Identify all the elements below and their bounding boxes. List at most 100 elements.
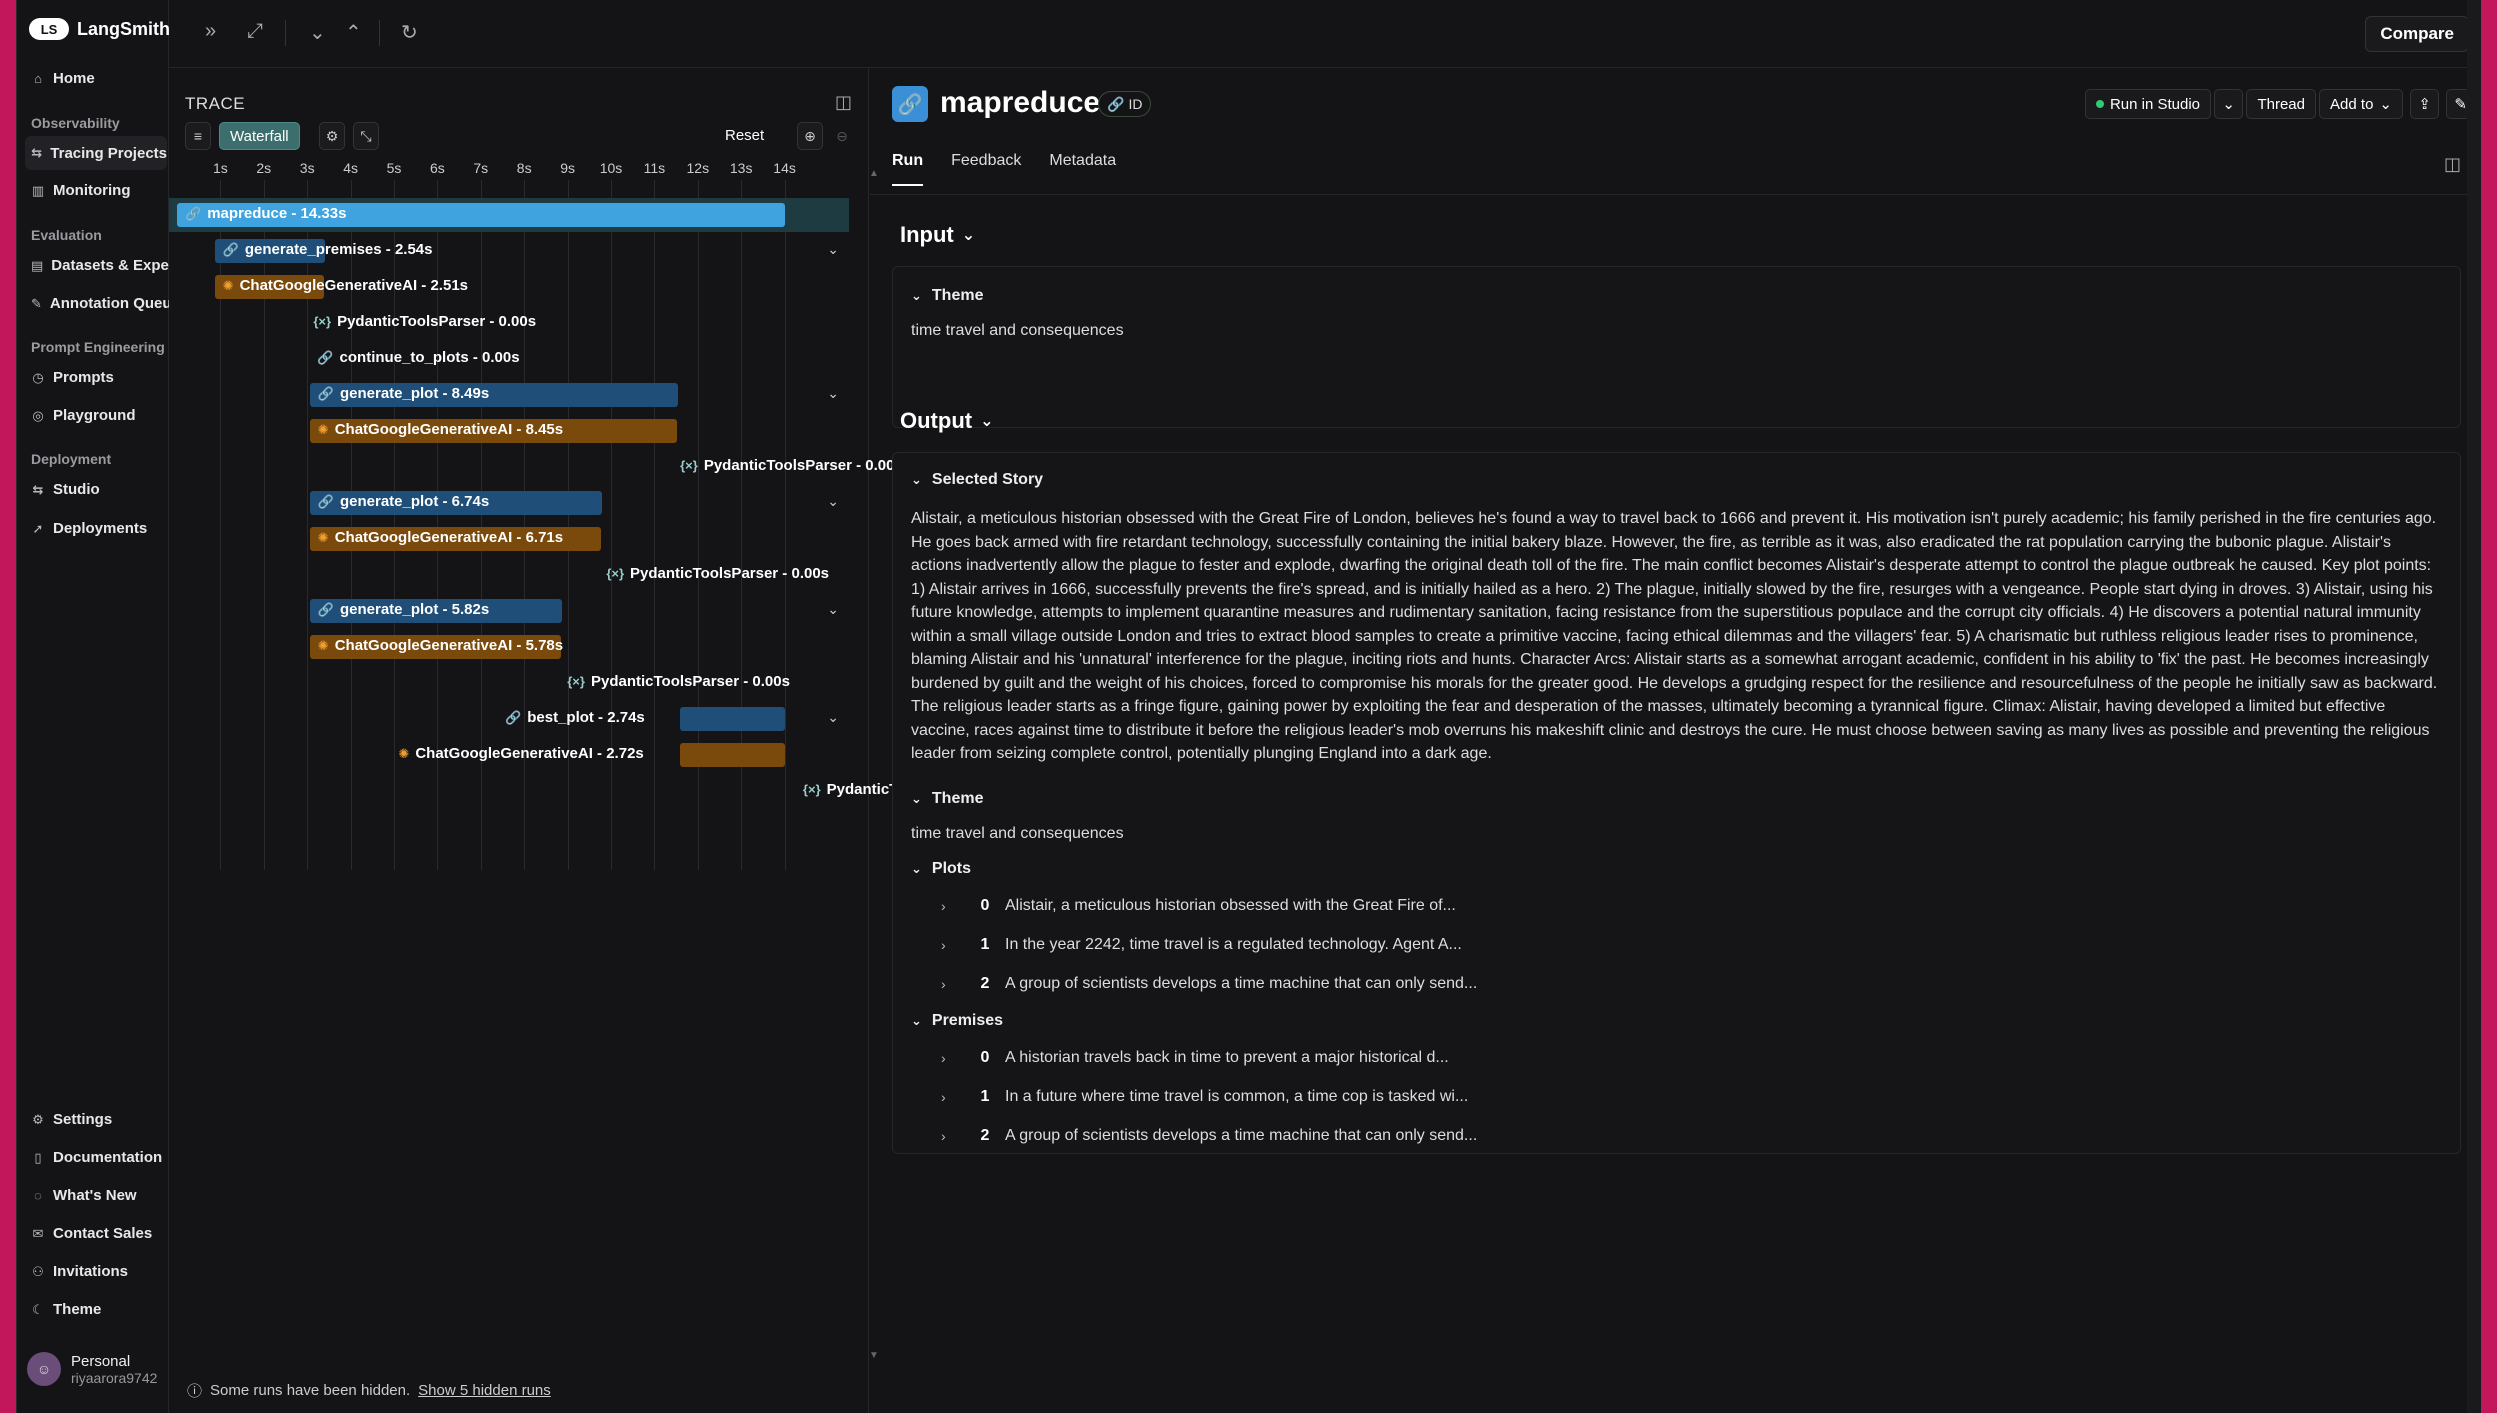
scrollbar[interactable] bbox=[2467, 0, 2481, 1413]
trace-row[interactable]: ✺ ChatGoogleGenerativeAI - 6.71s bbox=[169, 522, 849, 556]
trace-row[interactable]: {×}PydanticToolsParser - 0.00s bbox=[169, 558, 849, 592]
trace-row[interactable]: {×}PydanticToolsParser - 0.00s bbox=[169, 306, 849, 340]
zoom-out-button[interactable]: ⊖ bbox=[829, 122, 855, 150]
trace-row[interactable]: 🔗 best_plot - 2.74s ⌄ bbox=[169, 702, 849, 736]
run-label: generate_plot - 5.82s bbox=[339, 601, 490, 618]
sidebar-item-invitations[interactable]: ⚇ Invitations bbox=[31, 1263, 169, 1280]
show-hidden-runs-link[interactable]: Show 5 hidden runs bbox=[418, 1382, 551, 1399]
trace-row[interactable]: ✺ ChatGoogleGenerativeAI - 8.45s bbox=[169, 414, 849, 448]
detail-tabs: Run Feedback Metadata bbox=[892, 152, 1116, 186]
run-label-group: 🔗 best_plot - 2.74s bbox=[505, 709, 645, 726]
waterfall-toggle[interactable]: Waterfall bbox=[219, 122, 300, 150]
sidebar-item-datasets[interactable]: ▤ Datasets & Experiments bbox=[31, 257, 169, 274]
book-icon: ▯ bbox=[34, 1149, 42, 1165]
app-name: LangSmith bbox=[77, 18, 170, 39]
parser-icon: {×} bbox=[567, 674, 585, 689]
zoom-in-button[interactable]: ⊕ bbox=[797, 122, 823, 150]
llm-icon: ✺ bbox=[317, 421, 329, 437]
trace-row[interactable]: ✺ ChatGoogleGenerativeAI - 2.72s bbox=[169, 738, 849, 772]
trace-row[interactable]: 🔗 mapreduce - 14.33s bbox=[169, 198, 849, 232]
sidebar-toggle-icon[interactable]: ◫ bbox=[2444, 154, 2461, 175]
sidebar-item-annotation-queues[interactable]: ✎ Annotation Queues bbox=[31, 295, 169, 312]
tab-feedback[interactable]: Feedback bbox=[951, 152, 1021, 186]
sidebar-item-playground[interactable]: ◎ Playground bbox=[31, 407, 169, 424]
tab-run[interactable]: Run bbox=[892, 152, 924, 186]
chevron-down-icon[interactable]: ⌄ bbox=[309, 20, 326, 45]
run-in-studio-button[interactable]: Run in Studio bbox=[2084, 89, 2211, 119]
fullscreen-icon[interactable]: ⤢ bbox=[247, 20, 263, 43]
sidebar-item-studio[interactable]: ⇆ Studio bbox=[31, 481, 169, 498]
trace-row[interactable]: {×}PydanticToolsParser - 0.00s bbox=[169, 450, 903, 484]
refresh-icon[interactable]: ↻ bbox=[401, 20, 418, 45]
chevron-down-icon[interactable]: ⌄ bbox=[827, 241, 839, 258]
list-item[interactable]: › 2 A group of scientists develops a time … bbox=[941, 1127, 1477, 1145]
run-bar[interactable] bbox=[680, 743, 785, 767]
trace-row[interactable]: {×}PydanticToolsParser - 0.00s bbox=[169, 774, 1026, 808]
run-label-group: ✺ ChatGoogleGenerativeAI - 8.45s bbox=[318, 421, 563, 438]
sidebar-item-whats-new[interactable]: ◌ What's New bbox=[31, 1187, 169, 1204]
trace-row[interactable]: 🔗 generate_plot - 8.49s ⌄ bbox=[169, 378, 849, 412]
top-bar: » ⤢ ⌄ ⌃ ↻ Compare bbox=[169, 0, 2481, 68]
chevron-down-icon[interactable]: ⌄ bbox=[827, 385, 839, 402]
input-heading: Input bbox=[900, 222, 954, 247]
output-section-toggle[interactable]: Output ⌄ bbox=[900, 408, 994, 434]
thread-button[interactable]: Thread bbox=[2246, 89, 2316, 119]
reset-button[interactable]: Reset bbox=[725, 127, 764, 144]
run-bar[interactable] bbox=[680, 707, 785, 731]
chevron-right-icon: › bbox=[941, 1128, 946, 1144]
input-theme-key[interactable]: ⌄ Theme bbox=[911, 287, 983, 305]
trace-row[interactable]: 🔗 continue_to_plots - 0.00s bbox=[169, 342, 849, 376]
avatar: ☺ bbox=[27, 1352, 61, 1386]
output-theme-key[interactable]: ⌄ Theme bbox=[911, 790, 983, 808]
id-badge[interactable]: 🔗 ID bbox=[1098, 91, 1152, 117]
sidebar-item-theme[interactable]: ☾ Theme bbox=[31, 1301, 169, 1318]
selected-story-key[interactable]: ⌄ Selected Story bbox=[911, 471, 1043, 489]
user-account[interactable]: ☺ Personal riyaarora9742 bbox=[27, 1352, 165, 1386]
sidebar-item-label: Home bbox=[53, 70, 95, 87]
chevron-down-icon[interactable]: ⌄ bbox=[827, 709, 839, 726]
app-logo[interactable]: LS LangSmith bbox=[29, 18, 170, 40]
hidden-runs-note: ⓘ Some runs have been hidden. Show 5 hid… bbox=[187, 1380, 551, 1401]
add-to-button[interactable]: Add to ⌄ bbox=[2319, 89, 2403, 119]
sidebar-item-deployments[interactable]: ➚ Deployments bbox=[31, 520, 169, 537]
settings-button[interactable]: ⚙ bbox=[319, 122, 345, 150]
chevron-down-icon[interactable]: ⌄ bbox=[827, 493, 839, 510]
sidebar-item-label: Prompts bbox=[53, 369, 114, 386]
list-item[interactable]: › 1 In the year 2242, time travel is a reg… bbox=[941, 936, 1462, 954]
tab-metadata[interactable]: Metadata bbox=[1049, 152, 1116, 186]
chevron-up-icon[interactable]: ⌃ bbox=[345, 20, 362, 45]
sidebar-item-monitoring[interactable]: ▥ Monitoring bbox=[31, 182, 169, 199]
run-label-group: {×} PydanticToolsParser - 0.00s bbox=[567, 673, 790, 690]
run-in-studio-dropdown[interactable]: ⌄ bbox=[2214, 89, 2243, 119]
chevron-down-icon[interactable]: ⌄ bbox=[827, 601, 839, 618]
filter-button[interactable]: ≡ bbox=[185, 122, 211, 150]
plots-key[interactable]: ⌄ Plots bbox=[911, 860, 971, 878]
share-button[interactable]: ⇪ bbox=[2410, 89, 2439, 119]
list-item[interactable]: › 1 In a future where time travel is commo… bbox=[941, 1088, 1468, 1106]
expand-sidebar-icon[interactable]: » bbox=[205, 20, 216, 43]
panel-toggle-icon[interactable]: ◫ bbox=[835, 92, 852, 113]
trace-row[interactable]: {×} PydanticToolsParser - 0.00s bbox=[169, 666, 849, 700]
list-item[interactable]: › 0 A historian travels back in time to pr… bbox=[941, 1049, 1449, 1067]
sidebar-item-tracing-projects[interactable]: ⇆ Tracing Projects bbox=[25, 136, 167, 170]
sidebar-item-settings[interactable]: ⚙ Settings bbox=[31, 1111, 169, 1128]
llm-icon: ✺ bbox=[317, 637, 329, 653]
sidebar-item-documentation[interactable]: ▯ Documentation bbox=[31, 1149, 169, 1166]
sidebar-item-contact-sales[interactable]: ✉ Contact Sales bbox=[31, 1225, 169, 1242]
premises-key[interactable]: ⌄ Premises bbox=[911, 1012, 1003, 1030]
run-label: mapreduce - 14.33s bbox=[207, 205, 347, 222]
trace-row[interactable]: 🔗 generate_plot - 6.74s ⌄ bbox=[169, 486, 849, 520]
trace-row[interactable]: 🔗 generate_premises - 2.54s ⌄ bbox=[169, 234, 849, 268]
trace-row[interactable]: 🔗 generate_plot - 5.82s ⌄ bbox=[169, 594, 849, 628]
compare-button[interactable]: Compare bbox=[2365, 16, 2469, 52]
field-key-label: Theme bbox=[931, 287, 984, 304]
sidebar-item-home[interactable]: ⌂ Home bbox=[31, 70, 169, 87]
list-item[interactable]: › 0 Alistair, a meticulous historian obses… bbox=[941, 897, 1456, 915]
trace-row[interactable]: ✺ ChatGoogleGenerativeAI - 5.78s bbox=[169, 630, 849, 664]
list-item[interactable]: › 2 A group of scientists develops a time … bbox=[941, 975, 1477, 993]
sidebar-item-prompts[interactable]: ◷ Prompts bbox=[31, 369, 169, 386]
trace-row[interactable]: ✺ ChatGoogleGenerativeAI - 2.51s bbox=[169, 270, 849, 304]
run-label: PydanticToolsParser - 0.00s bbox=[590, 673, 790, 690]
input-section-toggle[interactable]: Input ⌄ bbox=[900, 222, 975, 248]
collapse-button[interactable]: ⤡ bbox=[353, 122, 379, 150]
